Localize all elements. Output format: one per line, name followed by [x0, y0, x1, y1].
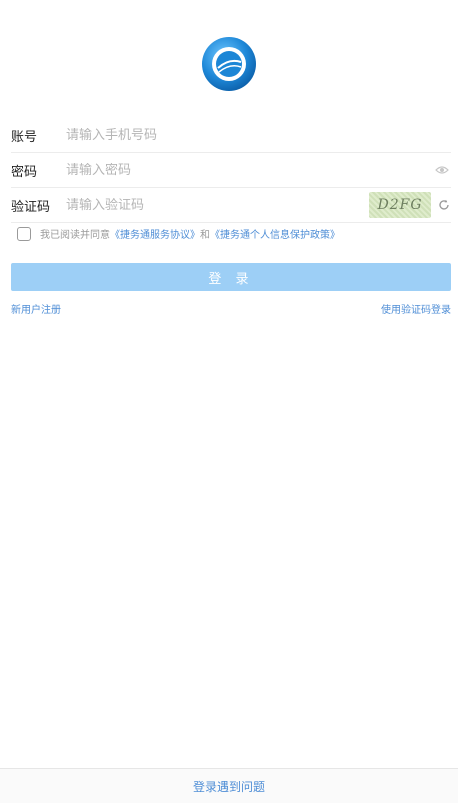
app-logo-icon [202, 37, 256, 91]
account-label: 账号 [11, 129, 38, 145]
password-label: 密码 [11, 164, 38, 180]
captcha-input[interactable] [66, 197, 369, 213]
login-button[interactable]: 登 录 [11, 263, 451, 291]
account-row: 账号 [11, 118, 451, 153]
account-input[interactable] [66, 127, 451, 143]
password-row: 密码 [11, 153, 451, 188]
privacy-policy-link[interactable]: 《捷务通个人信息保护政策》 [210, 226, 340, 241]
secondary-links: 新用户注册 使用验证码登录 [11, 301, 451, 316]
service-agreement-link[interactable]: 《捷务通服务协议》 [110, 226, 200, 241]
captcha-row: 验证码 D2FG [11, 188, 451, 223]
agreement-and: 和 [200, 230, 210, 241]
captcha-image[interactable]: D2FG [369, 192, 431, 218]
footer-bar: 登录遇到问题 [0, 768, 458, 803]
logo-area [0, 36, 458, 92]
captcha-label: 验证码 [11, 199, 51, 215]
login-help-link[interactable]: 登录遇到问题 [193, 778, 265, 795]
eye-icon[interactable] [433, 161, 451, 179]
agreement-prefix: 我已阅读并同意 [40, 230, 110, 241]
password-input[interactable] [66, 162, 433, 178]
refresh-icon[interactable] [437, 198, 451, 212]
login-form: 账号 密码 验证码 D2FG [11, 118, 451, 223]
sms-login-link[interactable]: 使用验证码登录 [381, 301, 451, 316]
checkbox-icon[interactable] [17, 226, 31, 241]
register-link[interactable]: 新用户注册 [11, 301, 61, 316]
agreement-row: 我已阅读并同意 《捷务通服务协议》 和 《捷务通个人信息保护政策》 [17, 226, 340, 241]
